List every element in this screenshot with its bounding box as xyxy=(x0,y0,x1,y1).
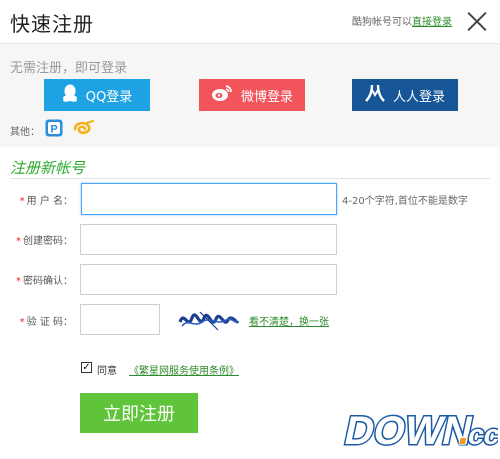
captcha-input[interactable] xyxy=(80,304,160,335)
renren-login-button[interactable]: 人人登录 xyxy=(352,79,458,111)
qq-login-button[interactable]: QQ登录 xyxy=(44,79,150,111)
username-label: * 用 户 名： xyxy=(15,192,73,207)
agree-checkbox[interactable]: ✓ xyxy=(81,362,92,373)
weibo-login-button[interactable]: 微博登录 xyxy=(199,79,305,111)
weibo-login-label: 微博登录 xyxy=(240,89,293,105)
password-label-text: 创建密码： xyxy=(23,236,73,247)
confirm-password-input[interactable] xyxy=(80,264,337,295)
login-hint: 酷狗帐号可以直接登录 xyxy=(352,13,452,28)
confirm-password-label: * 密码确认： xyxy=(15,272,73,287)
page-title: 快速注册 xyxy=(10,12,94,36)
direct-login-link[interactable]: 直接登录 xyxy=(412,17,452,28)
passport-p-icon[interactable]: P xyxy=(45,119,63,137)
required-mark: * xyxy=(19,196,25,207)
renren-icon xyxy=(365,84,385,106)
agree-label: 同意 xyxy=(97,366,117,377)
login-hint-text: 酷狗帐号可以 xyxy=(352,17,412,28)
register-heading: 注册新帐号 xyxy=(10,159,86,177)
required-mark: * xyxy=(16,276,21,287)
register-submit-button[interactable]: 立即注册 xyxy=(80,393,198,433)
svg-text:cc: cc xyxy=(465,418,498,450)
captcha-label-text: 验 证 码： xyxy=(26,317,73,328)
terms-link[interactable]: 《繁星网服务使用条例》 xyxy=(129,362,239,377)
renren-login-label: 人人登录 xyxy=(392,89,445,105)
required-mark: * xyxy=(19,317,25,328)
username-label-text: 用 户 名： xyxy=(26,196,73,207)
required-mark: * xyxy=(16,236,21,247)
social-login-heading: 无需注册，即可登录 xyxy=(10,61,128,76)
other-login-label: 其他： xyxy=(10,127,40,138)
down-cc-watermark-logo: DOWN . cc xyxy=(332,400,500,455)
yellow-swirl-icon[interactable] xyxy=(71,119,95,137)
captcha-refresh-link[interactable]: 看不清楚，换一张 xyxy=(249,313,329,328)
confirm-label-text: 密码确认： xyxy=(23,276,73,287)
register-divider xyxy=(10,178,490,179)
qq-login-label: QQ登录 xyxy=(85,89,133,105)
password-input[interactable] xyxy=(80,224,337,255)
password-label: * 创建密码： xyxy=(15,232,73,247)
captcha-image[interactable] xyxy=(178,308,240,332)
checkmark-icon: ✓ xyxy=(82,361,91,373)
username-input[interactable] xyxy=(81,183,337,215)
qq-penguin-icon xyxy=(62,84,78,106)
captcha-label: * 验 证 码： xyxy=(15,313,73,328)
weibo-icon xyxy=(211,84,233,106)
svg-text:P: P xyxy=(50,124,57,136)
username-hint: 4-20个字符,首位不能是数字 xyxy=(342,196,468,207)
close-icon[interactable] xyxy=(466,10,488,32)
